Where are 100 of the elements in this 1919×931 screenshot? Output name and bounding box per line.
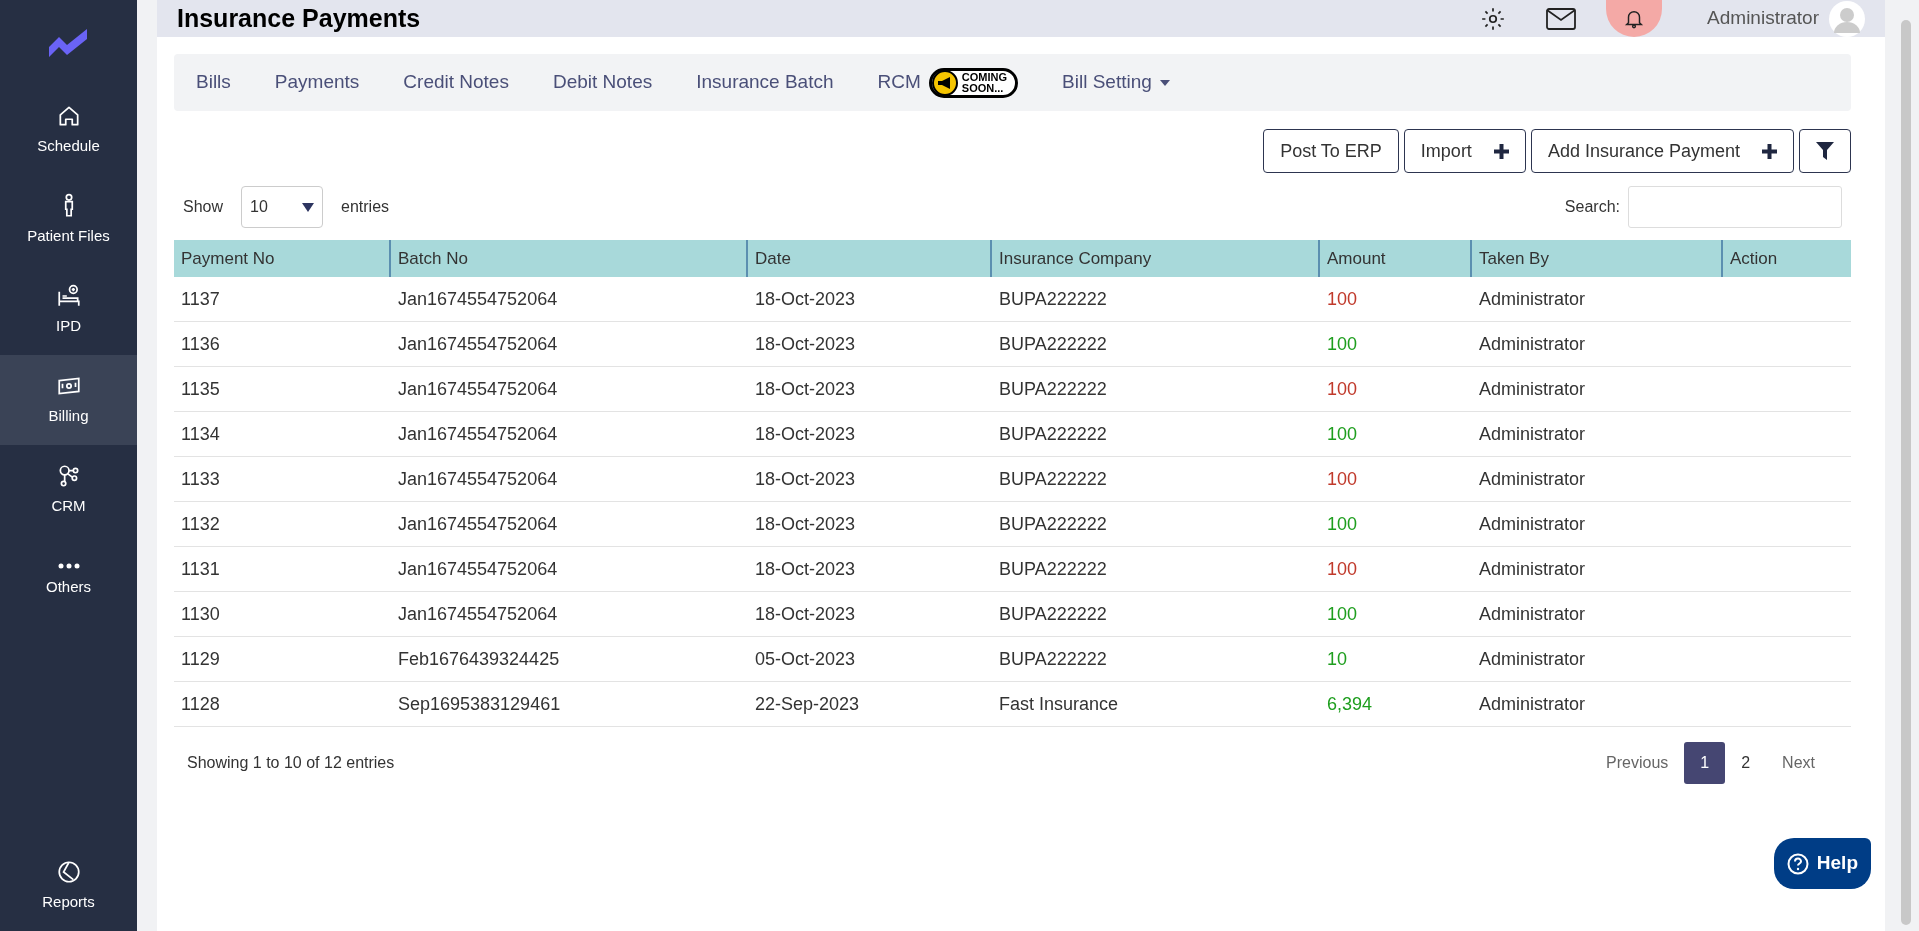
table-cell-text: BUPA222222 xyxy=(998,512,1108,536)
help-icon xyxy=(1786,852,1809,875)
table-cell-text: 100 xyxy=(1326,422,1359,446)
table-cell-text: Feb1676439324425 xyxy=(397,647,561,671)
table-cell-text: Administrator xyxy=(1478,557,1587,581)
table-cell-text: BUPA222222 xyxy=(998,422,1108,446)
table-cell-text: 100 xyxy=(1326,557,1359,581)
table-cell-text: Jan1674554752064 xyxy=(397,557,559,581)
table-cell-text: Sep1695383129461 xyxy=(397,692,562,716)
table-cell-text: 100 xyxy=(1326,332,1359,356)
table-cell-text: Administrator xyxy=(1478,287,1587,311)
table-cell-text: 1133 xyxy=(180,467,221,491)
table-cell-text: 18-Oct-2023 xyxy=(754,557,857,581)
plus-icon xyxy=(1762,143,1777,159)
table-cell-text: 1129 xyxy=(180,647,221,671)
tab[interactable]: Credit Notes xyxy=(381,54,531,111)
table-cell-text: BUPA222222 xyxy=(998,602,1108,626)
table-cell-text: 1134 xyxy=(180,422,221,446)
sidebar-item[interactable]: Reports xyxy=(0,841,137,931)
table-cell-text: 18-Oct-2023 xyxy=(754,287,857,311)
table-cell-text: 18-Oct-2023 xyxy=(754,512,857,536)
table-cell-text: Jan1674554752064 xyxy=(397,602,559,626)
table-cell-text: Administrator xyxy=(1478,422,1587,446)
tab[interactable]: RCM COMING SOON... xyxy=(855,54,1041,111)
column-header[interactable]: Date xyxy=(748,240,992,277)
page-button[interactable]: 2 xyxy=(1725,742,1767,784)
tab[interactable]: Bill Setting xyxy=(1040,54,1192,111)
table-cell-text: Administrator xyxy=(1478,512,1587,536)
column-header[interactable]: Taken By xyxy=(1472,240,1723,277)
plus-icon xyxy=(1493,143,1509,159)
logo-icon[interactable] xyxy=(48,28,89,57)
sidebar-item[interactable]: IPD xyxy=(0,265,137,355)
page-button[interactable]: 1 xyxy=(1684,742,1726,784)
sidebar-item[interactable]: Others xyxy=(0,535,137,625)
column-header[interactable]: Batch No xyxy=(391,240,748,277)
table-cell-text: Jan1674554752064 xyxy=(397,287,559,311)
mail-icon[interactable] xyxy=(1546,7,1577,30)
table-cell-text: Jan1674554752064 xyxy=(397,467,559,491)
filter-button[interactable] xyxy=(1799,129,1851,173)
search-field[interactable] xyxy=(1628,186,1842,228)
table-cell-text: BUPA222222 xyxy=(998,287,1108,311)
user-name: Administrator xyxy=(1707,6,1819,31)
coming-soon-badge: COMING SOON... xyxy=(928,67,1019,98)
tab[interactable]: Insurance Batch xyxy=(674,54,856,111)
table-cell-text: BUPA222222 xyxy=(998,377,1108,401)
scrollbar[interactable] xyxy=(1901,20,1911,925)
entries-select[interactable]: 10 xyxy=(241,186,324,228)
table-cell-text: 100 xyxy=(1326,287,1359,311)
table-cell-text: 1128 xyxy=(180,692,221,716)
table-cell-text: Jan1674554752064 xyxy=(397,332,559,356)
table-cell-text: Administrator xyxy=(1478,332,1587,356)
table-cell-text: 22-Sep-2023 xyxy=(754,692,861,716)
table-cell-text: Jan1674554752064 xyxy=(397,512,559,536)
table-cell-text: Administrator xyxy=(1478,647,1587,671)
table-cell-text: 05-Oct-2023 xyxy=(754,647,857,671)
table-cell-text: 18-Oct-2023 xyxy=(754,602,857,626)
table-cell-text: 1131 xyxy=(180,557,221,581)
table-cell-text: Administrator xyxy=(1478,467,1587,491)
show-label: Show xyxy=(183,197,224,217)
table-cell-text: 1135 xyxy=(180,377,221,401)
page-nav-link[interactable]: Next xyxy=(1766,742,1831,784)
sidebar-item[interactable]: Billing xyxy=(0,355,137,445)
table-cell-text: 100 xyxy=(1326,377,1359,401)
column-header[interactable]: Insurance Company xyxy=(992,240,1320,277)
table-cell-text: 1132 xyxy=(180,512,221,536)
action-button[interactable]: Import xyxy=(1403,129,1526,173)
action-button[interactable]: Add Insurance Payment xyxy=(1530,129,1794,173)
table-cell-text: 100 xyxy=(1326,512,1359,536)
page-nav-link[interactable]: Previous xyxy=(1590,742,1685,784)
table-cell-text: 18-Oct-2023 xyxy=(754,467,857,491)
table-cell-text: BUPA222222 xyxy=(998,557,1108,581)
table-cell-text: 10 xyxy=(1326,647,1349,671)
table-cell-text: Jan1674554752064 xyxy=(397,422,559,446)
page-title: Insurance Payments xyxy=(177,2,421,34)
table-cell-text: BUPA222222 xyxy=(998,647,1108,671)
column-header[interactable]: Amount xyxy=(1320,240,1472,277)
entries-label: entries xyxy=(341,197,390,217)
table-cell-text: Administrator xyxy=(1478,377,1587,401)
sidebar-item[interactable]: Patient Files xyxy=(0,175,137,265)
table-cell-text: 18-Oct-2023 xyxy=(754,377,857,401)
table-cell-text: 1137 xyxy=(180,287,221,311)
table-cell-text: Administrator xyxy=(1478,692,1587,716)
caret-icon xyxy=(302,202,315,212)
entries-info: Showing 1 to 10 of 12 entries xyxy=(187,753,395,773)
column-header[interactable]: Action xyxy=(1723,240,1851,277)
bell-icon[interactable] xyxy=(1606,0,1663,37)
tab[interactable]: Debit Notes xyxy=(530,54,675,111)
table-cell-text: BUPA222222 xyxy=(998,467,1108,491)
action-button[interactable]: Post To ERP xyxy=(1263,129,1399,173)
bed-icon xyxy=(55,282,82,309)
tab[interactable]: Payments xyxy=(252,54,382,111)
filter-icon xyxy=(1816,142,1834,160)
help-button[interactable]: Help xyxy=(1773,838,1871,889)
sidebar-item[interactable]: CRM xyxy=(0,445,137,535)
table-cell-text: 18-Oct-2023 xyxy=(754,422,857,446)
column-header[interactable]: Payment No xyxy=(174,240,391,277)
table-cell-text: 1136 xyxy=(180,332,221,356)
pie-chart-icon xyxy=(55,858,82,885)
tab[interactable]: Bills xyxy=(174,54,253,111)
sidebar-item[interactable]: Schedule xyxy=(0,85,137,175)
